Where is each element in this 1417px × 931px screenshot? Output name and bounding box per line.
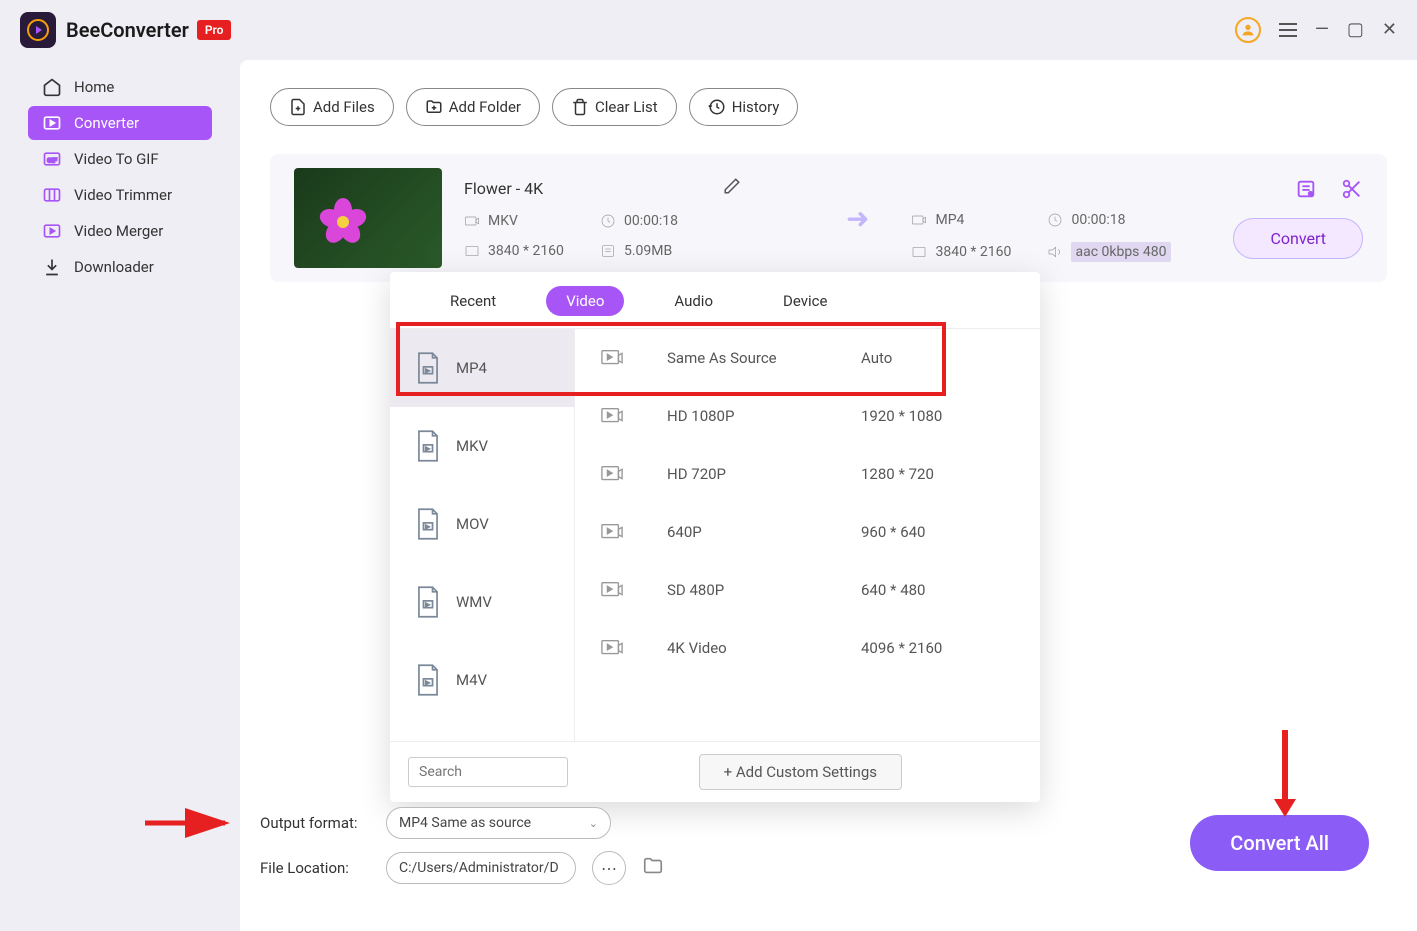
output-format-select[interactable]: MP4 Same as source⌄ [386,807,611,839]
add-folder-button[interactable]: Add Folder [406,88,540,126]
convert-button[interactable]: Convert [1233,218,1363,259]
file-location-input[interactable]: C:/Users/Administrator/D [386,852,576,884]
src-resolution: 3840 * 2160 [464,243,594,259]
format-item-mp4[interactable]: MP4 [390,329,574,407]
app-title: BeeConverter [66,18,189,42]
menu-icon[interactable] [1279,23,1297,37]
video-thumbnail[interactable] [294,168,442,268]
res-item-720p[interactable]: HD 720P1280 * 720 [575,445,1040,503]
res-item-4k[interactable]: 4K Video4096 * 2160 [575,619,1040,677]
maximize-icon[interactable]: ▢ [1347,21,1364,39]
dst-format: MP4 [911,212,1041,228]
format-item-m4v[interactable]: M4V [390,641,574,719]
source-metadata: Flower - 4K MKV 00:00:18 3840 * 2160 5.0… [464,177,804,259]
format-item-wmv[interactable]: WMV [390,563,574,641]
convert-all-button[interactable]: Convert All [1190,815,1369,871]
add-files-button[interactable]: Add Files [270,88,394,126]
src-size: 5.09MB [600,243,730,259]
sidebar-item-label: Converter [74,114,139,132]
dst-resolution: 3840 * 2160 [911,242,1041,262]
src-duration: 00:00:18 [600,213,730,229]
open-folder-icon[interactable] [642,855,664,881]
minimize-icon[interactable]: — [1315,21,1329,39]
settings-list-icon[interactable] [1295,178,1317,200]
sidebar-item-label: Downloader [74,258,154,276]
tab-audio[interactable]: Audio [654,286,733,316]
sidebar-item-label: Video To GIF [74,150,159,168]
dst-duration: 00:00:18 [1047,212,1187,228]
format-popup: Recent Video Audio Device MP4 MKV MOV WM… [390,272,1040,802]
format-item-mov[interactable]: MOV [390,485,574,563]
res-item-480p[interactable]: SD 480P640 * 480 [575,561,1040,619]
edit-name-icon[interactable] [723,177,741,199]
history-button[interactable]: History [689,88,799,126]
file-location-label: File Location: [260,859,370,877]
close-icon[interactable]: ✕ [1382,21,1397,39]
search-input[interactable] [408,757,568,787]
pro-badge: Pro [197,20,232,40]
sidebar-item-merger[interactable]: Video Merger [28,214,212,248]
account-icon[interactable] [1235,17,1261,43]
output-format-label: Output format: [260,814,370,832]
sidebar-item-label: Video Merger [74,222,163,240]
sidebar-item-label: Video Trimmer [74,186,172,204]
format-item-avi[interactable]: AVI [390,719,574,741]
dst-audio: aac 0kbps 480 [1047,242,1187,262]
res-item-same[interactable]: Same As SourceAuto [575,329,1040,387]
sidebar-item-home[interactable]: Home [28,70,212,104]
file-card: Flower - 4K MKV 00:00:18 3840 * 2160 5.0… [270,154,1387,282]
toolbar: Add Files Add Folder Clear List History [270,88,1387,126]
sidebar-item-label: Home [74,78,114,96]
add-custom-settings-button[interactable]: + Add Custom Settings [699,754,902,790]
src-format: MKV [464,213,594,229]
tab-recent[interactable]: Recent [430,286,516,316]
tab-device[interactable]: Device [763,286,847,316]
res-item-1080p[interactable]: HD 1080P1920 * 1080 [575,387,1040,445]
sidebar-item-trimmer[interactable]: Video Trimmer [28,178,212,212]
sidebar-item-converter[interactable]: Converter [28,106,212,140]
resolution-list: Same As SourceAuto HD 1080P1920 * 1080 H… [575,329,1040,741]
annotation-arrow-left [140,808,240,842]
dest-metadata: MP4 00:00:18 3840 * 2160 aac 0kbps 480 [911,174,1191,262]
sidebar-item-downloader[interactable]: Downloader [28,250,212,284]
titlebar: BeeConverter Pro — ▢ ✕ [0,0,1417,60]
format-item-mkv[interactable]: MKV [390,407,574,485]
tab-video[interactable]: Video [546,286,624,316]
sidebar: Home Converter GIF Video To GIF Video Tri… [0,60,240,296]
scissors-icon[interactable] [1341,178,1363,200]
res-item-640p[interactable]: 640P960 * 640 [575,503,1040,561]
chevron-down-icon: ⌄ [589,817,598,830]
format-list[interactable]: MP4 MKV MOV WMV M4V AVI [390,329,575,741]
file-name: Flower - 4K [464,179,543,198]
popup-tabs: Recent Video Audio Device [390,272,1040,329]
sidebar-item-gif[interactable]: GIF Video To GIF [28,142,212,176]
browse-button[interactable]: ⋯ [592,851,626,885]
arrow-icon: ➜ [846,202,869,235]
clear-list-button[interactable]: Clear List [552,88,677,126]
svg-text:GIF: GIF [47,156,57,164]
app-logo [20,12,56,48]
